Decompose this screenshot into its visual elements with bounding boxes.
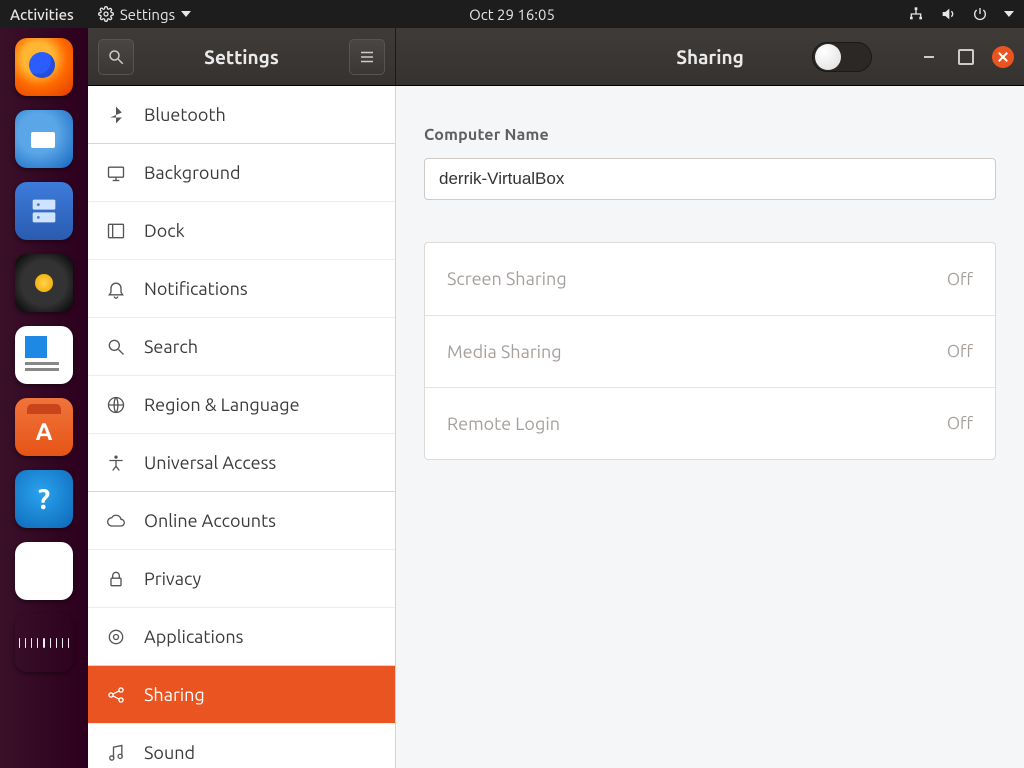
row-state: Off xyxy=(947,414,973,433)
sidebar-item-label: Privacy xyxy=(144,569,201,589)
sidebar-item-label: Dock xyxy=(144,221,185,241)
sidebar-item-label: Online Accounts xyxy=(144,511,276,531)
sharing-panel: Computer Name Screen Sharing Off Media S… xyxy=(396,86,1024,768)
sidebar-item-label: Bluetooth xyxy=(144,105,226,125)
sidebar-item-background[interactable]: Background xyxy=(88,144,395,202)
sidebar-item-label: Sound xyxy=(144,743,195,763)
computer-name-input[interactable] xyxy=(424,158,996,200)
sidebar-item-label: Region & Language xyxy=(144,395,300,415)
share-icon xyxy=(106,685,126,705)
gear-icon xyxy=(98,6,114,22)
launcher-firefox[interactable] xyxy=(15,38,73,96)
launcher-help[interactable]: ? xyxy=(15,470,73,528)
gnome-top-panel: Activities Settings Oct 29 16:05 xyxy=(0,0,1024,28)
switch-knob xyxy=(815,44,841,70)
sidebar-item-applications[interactable]: Applications xyxy=(88,608,395,666)
sharing-services-list: Screen Sharing Off Media Sharing Off Rem… xyxy=(424,242,996,460)
app-menu-button[interactable]: Settings xyxy=(98,6,191,23)
sidebar-item-label: Search xyxy=(144,337,198,357)
sidebar-item-online-accounts[interactable]: Online Accounts xyxy=(88,492,395,550)
sidebar-item-label: Sharing xyxy=(144,685,205,705)
launcher-show-applications[interactable] xyxy=(15,614,73,672)
sidebar-item-label: Universal Access xyxy=(144,453,276,473)
row-label: Remote Login xyxy=(447,414,560,434)
sidebar-item-dock[interactable]: Dock xyxy=(88,202,395,260)
row-label: Media Sharing xyxy=(447,342,562,362)
headerbar-left: Settings xyxy=(88,28,396,85)
chevron-down-icon xyxy=(181,11,191,17)
lock-icon xyxy=(106,569,126,589)
settings-sidebar: Bluetooth Background Dock Notifications … xyxy=(88,86,396,768)
launcher-libreoffice-writer[interactable] xyxy=(15,326,73,384)
row-label: Screen Sharing xyxy=(447,269,567,289)
search-button[interactable] xyxy=(98,39,134,75)
sidebar-item-sharing[interactable]: Sharing xyxy=(88,666,395,724)
search-icon xyxy=(107,48,125,66)
computer-name-label: Computer Name xyxy=(424,126,996,144)
sidebar-item-label: Background xyxy=(144,163,241,183)
power-icon xyxy=(972,6,988,22)
sidebar-item-label: Applications xyxy=(144,627,244,647)
sidebar-item-search[interactable]: Search xyxy=(88,318,395,376)
row-state: Off xyxy=(947,342,973,361)
sidebar-item-sound[interactable]: Sound xyxy=(88,724,395,768)
launcher-thunderbird[interactable] xyxy=(15,110,73,168)
accessibility-icon xyxy=(106,453,126,473)
window-close-button[interactable] xyxy=(992,46,1014,68)
launcher-amazon[interactable]: a xyxy=(15,542,73,600)
volume-icon xyxy=(940,6,956,22)
headerbar: Settings Sharing xyxy=(88,28,1024,86)
sharing-row-media-sharing[interactable]: Media Sharing Off xyxy=(425,315,995,387)
clock[interactable]: Oct 29 16:05 xyxy=(469,6,555,23)
search-icon xyxy=(106,337,126,357)
hamburger-icon xyxy=(358,48,376,66)
sharing-row-screen-sharing[interactable]: Screen Sharing Off xyxy=(425,243,995,315)
launcher-dock: ? a xyxy=(0,28,88,768)
launcher-files[interactable] xyxy=(15,182,73,240)
bell-icon xyxy=(106,279,126,299)
sidebar-item-privacy[interactable]: Privacy xyxy=(88,550,395,608)
dock-icon xyxy=(106,221,126,241)
sidebar-item-region-language[interactable]: Region & Language xyxy=(88,376,395,434)
launcher-rhythmbox[interactable] xyxy=(15,254,73,312)
activities-button[interactable]: Activities xyxy=(10,6,74,23)
window-minimize-button[interactable] xyxy=(918,46,940,68)
sidebar-item-universal-access[interactable]: Universal Access xyxy=(88,434,395,492)
sidebar-item-label: Notifications xyxy=(144,279,248,299)
sidebar-item-notifications[interactable]: Notifications xyxy=(88,260,395,318)
hamburger-menu-button[interactable] xyxy=(349,39,385,75)
desktop-icon xyxy=(106,163,126,183)
cloud-icon xyxy=(106,511,126,531)
row-state: Off xyxy=(947,270,973,289)
app-menu-label: Settings xyxy=(120,6,175,23)
launcher-ubuntu-software[interactable] xyxy=(15,398,73,456)
window-maximize-button[interactable] xyxy=(958,49,974,65)
globe-icon xyxy=(106,395,126,415)
status-area[interactable] xyxy=(908,6,1014,22)
music-note-icon xyxy=(106,743,126,763)
network-icon xyxy=(908,6,924,22)
header-title-left: Settings xyxy=(144,46,339,68)
sidebar-item-bluetooth[interactable]: Bluetooth xyxy=(88,86,395,144)
sharing-row-remote-login[interactable]: Remote Login Off xyxy=(425,387,995,459)
settings-window: Settings Sharing Bluetooth Background xyxy=(88,28,1024,768)
headerbar-right: Sharing xyxy=(396,28,1024,85)
bluetooth-icon xyxy=(106,105,126,125)
chevron-down-icon xyxy=(1004,11,1014,17)
applications-icon xyxy=(106,627,126,647)
sharing-master-switch[interactable] xyxy=(812,42,872,72)
